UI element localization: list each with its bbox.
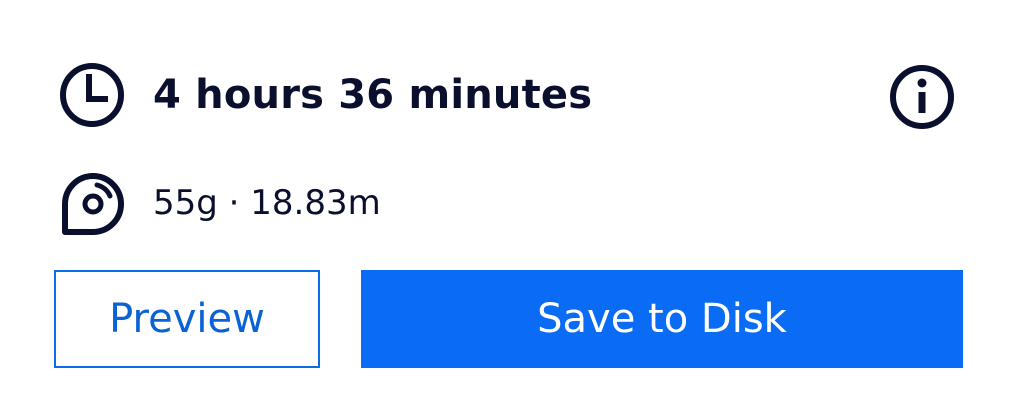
filament-spool-icon: [57, 168, 127, 238]
save-to-disk-button[interactable]: Save to Disk: [361, 270, 963, 368]
info-button[interactable]: [887, 62, 957, 132]
filament-usage: 55g · 18.83m: [153, 183, 381, 223]
info-icon: [890, 65, 954, 129]
print-duration-row: 4 hours 36 minutes: [57, 62, 962, 128]
print-summary-panel: 4 hours 36 minutes 55g · 18.83m Preview …: [0, 0, 1024, 414]
clock-icon: [57, 60, 127, 130]
preview-button[interactable]: Preview: [54, 270, 320, 368]
print-duration: 4 hours 36 minutes: [153, 72, 593, 118]
filament-usage-row: 55g · 18.83m: [57, 170, 381, 236]
